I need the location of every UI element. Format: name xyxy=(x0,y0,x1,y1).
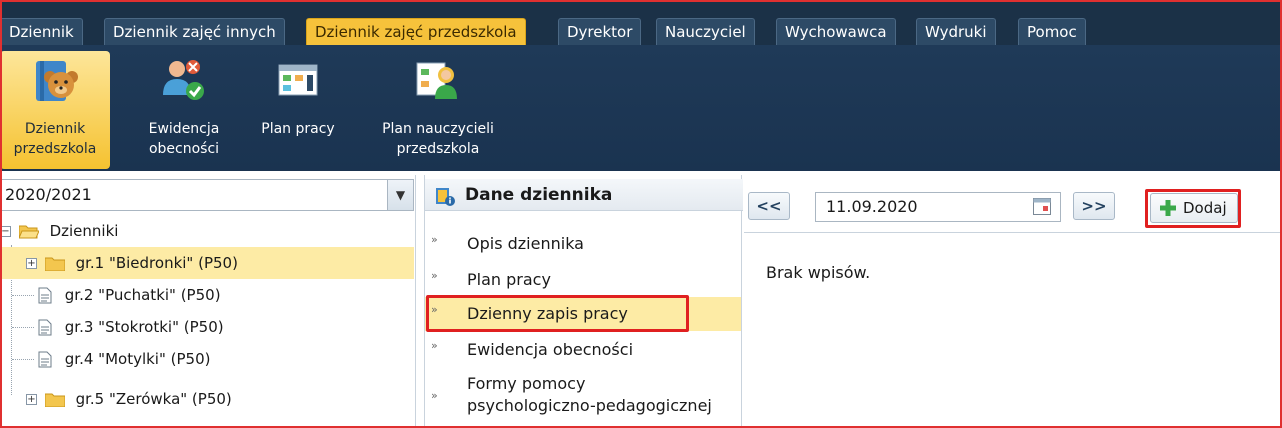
tab-wychowawca[interactable]: Wychowawca xyxy=(776,18,896,45)
ribbon-plan-nauczycieli[interactable]: Plan nauczycieli przedszkola xyxy=(368,51,508,169)
menu-item-formy-pomocy[interactable]: » Formy pomocy psychologiczno-pedagogicz… xyxy=(425,367,741,423)
ribbon-label-line2: obecności xyxy=(148,141,220,157)
ribbon-label-line2: przedszkola xyxy=(13,141,97,157)
menu-item-plan-pracy[interactable]: » Plan pracy xyxy=(425,263,741,297)
daily-record-panel: << 11.09.2020 >> Dodaj Brak wpisów. xyxy=(744,175,1282,428)
chevron-right-icon: » xyxy=(431,233,438,246)
teacher-plan-icon xyxy=(416,62,457,99)
ribbon-label-line1: Plan pracy xyxy=(261,121,335,137)
document-icon xyxy=(38,287,52,304)
highlight-outline xyxy=(426,295,689,332)
ribbon-label-line2: przedszkola xyxy=(396,141,480,157)
chevron-right-icon: » xyxy=(431,389,438,402)
expand-icon[interactable]: + xyxy=(26,258,37,269)
chevron-down-icon[interactable]: ▼ xyxy=(387,180,413,210)
ribbon-label-line1: Ewidencja xyxy=(148,121,220,137)
document-icon xyxy=(38,319,52,336)
chevron-right-icon: » xyxy=(431,339,438,352)
tree-item-label: gr.5 "Zerówka" (P50) xyxy=(75,390,232,408)
tree-item-group[interactable]: gr.3 "Stokrotki" (P50) xyxy=(0,311,414,343)
work-plan-icon xyxy=(278,64,318,96)
teddy-bear-book-icon xyxy=(36,61,78,101)
tree-item-label: gr.4 "Motylki" (P50) xyxy=(64,350,211,368)
tree-item-label: gr.1 "Biedronki" (P50) xyxy=(75,254,238,272)
empty-state-message: Brak wpisów. xyxy=(766,263,871,282)
tab-dziennik-zajec-innych[interactable]: Dziennik zajęć innych xyxy=(104,18,285,45)
menu-item-label: Formy pomocy xyxy=(467,374,586,393)
journal-info-icon xyxy=(436,188,455,206)
tab-dyrektor[interactable]: Dyrektor xyxy=(558,18,642,45)
tree-item-group[interactable]: gr.4 "Motylki" (P50) xyxy=(0,343,414,375)
folder-icon xyxy=(44,257,65,271)
tab-pomoc[interactable]: Pomoc xyxy=(1018,18,1086,45)
tab-dziennik-zajec-przedszkola[interactable]: Dziennik zajęć przedszkola xyxy=(306,18,526,45)
chevron-right-icon: » xyxy=(431,269,438,282)
menu-item-ewidencja-obecnosci[interactable]: » Ewidencja obecności xyxy=(425,333,741,367)
tree-item-group[interactable]: + gr.1 "Biedronki" (P50) xyxy=(0,247,414,279)
highlight-outline xyxy=(1145,189,1241,228)
menu-item-label: Plan pracy xyxy=(467,270,551,289)
menu-item-label: Opis dziennika xyxy=(467,234,584,253)
menu-header: Dane dziennika xyxy=(425,179,743,211)
main-tab-bar: Dziennik Dziennik zajęć innych Dziennik … xyxy=(0,0,1282,45)
tree-connector xyxy=(12,295,34,296)
ribbon-toolbar: Dziennik przedszkola Ewidencja obecności xyxy=(0,45,1282,171)
previous-day-button[interactable]: << xyxy=(748,192,790,220)
folder-icon xyxy=(44,393,65,407)
school-year-value: 2020/2021 xyxy=(5,185,92,204)
collapse-icon[interactable]: − xyxy=(0,226,11,237)
ribbon-label-line1: Dziennik xyxy=(24,121,86,137)
ribbon-plan-pracy[interactable]: Plan pracy xyxy=(250,51,346,169)
open-folder-icon xyxy=(18,225,39,239)
tree-root-label: Dzienniki xyxy=(49,222,119,240)
ribbon-ewidencja-obecnosci[interactable]: Ewidencja obecności xyxy=(126,51,242,169)
date-input[interactable]: 11.09.2020 xyxy=(815,192,1061,222)
menu-item-label-line2: psychologiczno-pedagogicznej xyxy=(467,396,712,415)
attendance-people-icon xyxy=(163,60,204,100)
calendar-icon[interactable] xyxy=(1032,196,1052,216)
tree-item-label: gr.3 "Stokrotki" (P50) xyxy=(64,318,224,336)
tree-connector xyxy=(12,359,34,360)
next-day-button[interactable]: >> xyxy=(1073,192,1115,220)
journal-tree-panel: 2020/2021 ▼ − Dzienniki + gr.1 "Biedronk… xyxy=(0,175,416,428)
date-toolbar: << 11.09.2020 >> Dodaj xyxy=(744,175,1282,233)
tab-dziennik[interactable]: Dziennik xyxy=(0,18,83,45)
school-year-select[interactable]: 2020/2021 ▼ xyxy=(0,179,414,211)
tree-connector xyxy=(12,327,34,328)
tree-item-group[interactable]: + gr.5 "Zerówka" (P50) xyxy=(0,383,414,415)
menu-header-title: Dane dziennika xyxy=(465,185,613,205)
tree-item-label: gr.2 "Puchatki" (P50) xyxy=(64,286,221,304)
ribbon-label-line1: Plan nauczycieli xyxy=(382,121,494,137)
menu-item-opis-dziennika[interactable]: » Opis dziennika xyxy=(425,229,741,263)
expand-icon[interactable]: + xyxy=(26,394,37,405)
tree-root-dzienniki[interactable]: − Dzienniki xyxy=(0,215,414,247)
tab-nauczyciel[interactable]: Nauczyciel xyxy=(656,18,755,45)
tree-item-group[interactable]: gr.2 "Puchatki" (P50) xyxy=(0,279,414,311)
document-icon xyxy=(38,351,52,368)
ribbon-dziennik-przedszkola[interactable]: Dziennik przedszkola xyxy=(0,51,110,169)
tab-wydruki[interactable]: Wydruki xyxy=(916,18,996,45)
menu-item-label: Ewidencja obecności xyxy=(467,340,634,359)
